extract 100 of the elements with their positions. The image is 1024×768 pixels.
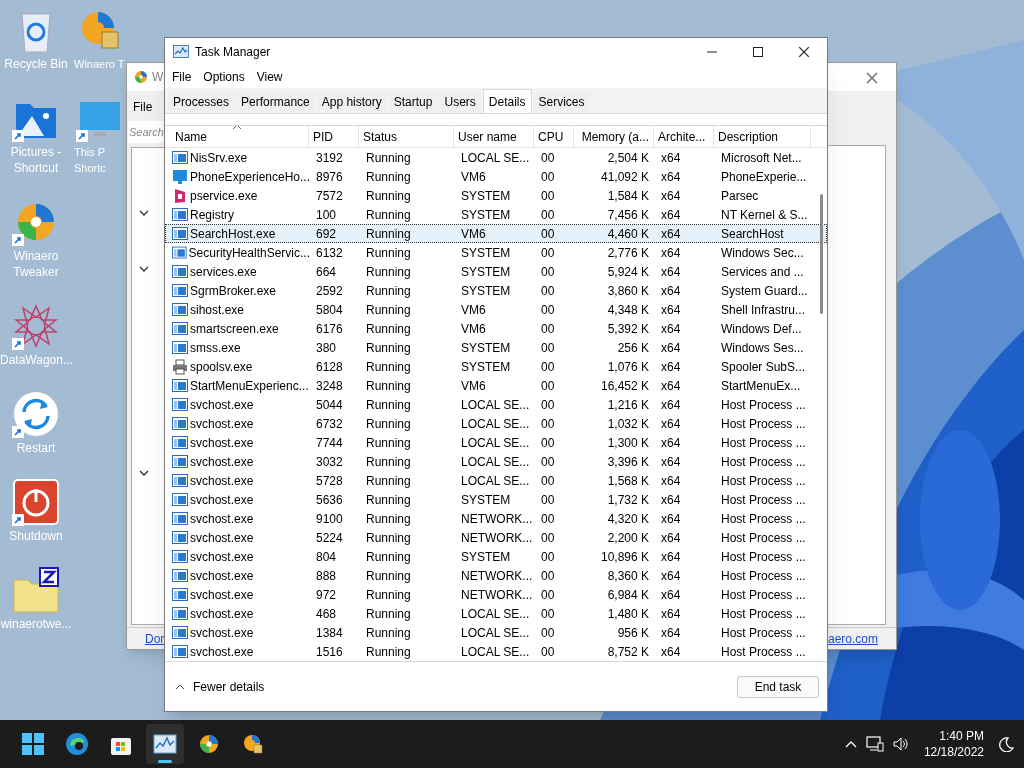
desktop-label: Restart [15,440,57,456]
window-icon [172,567,188,584]
table-row[interactable]: svchost.exe 1516 Running LOCAL SE... 00 8,752 K x64 Host Process ... [165,642,827,661]
table-cell-text: 00 [541,567,555,585]
volume-icon[interactable] [891,736,910,752]
desktop-label: Winaero T [74,57,126,72]
window-icon [172,377,188,394]
network-icon[interactable] [865,735,884,753]
table-row[interactable]: svchost.exe 5636 Running SYSTEM 00 1,732 K x64 Host Process ... [165,490,827,509]
table-cell-text: Host Process ... [721,586,806,604]
moon-icon[interactable] [998,736,1014,752]
table-cell-text: 1,732 K [607,491,649,509]
scrollbar-thumb[interactable] [820,194,823,314]
table-row[interactable]: svchost.exe 1384 Running LOCAL SE... 00 956 K x64 Host Process ... [165,623,827,642]
table-row[interactable]: SgrmBroker.exe 2592 Running SYSTEM 00 3,860 K x64 System Guard... [165,281,827,300]
table-cell-text: 00 [541,491,555,509]
table-row[interactable]: svchost.exe 5224 Running NETWORK... 00 2,200 K x64 Host Process ... [165,528,827,547]
table-cell-text: Running [366,396,411,414]
table-row[interactable]: svchost.exe 5728 Running LOCAL SE... 00 1,568 K x64 Host Process ... [165,471,827,490]
menu-item[interactable]: Options [198,68,250,86]
table-row[interactable]: svchost.exe 7744 Running LOCAL SE... 00 1,300 K x64 Host Process ... [165,433,827,452]
table-row[interactable]: NisSrv.exe 3192 Running LOCAL SE... 00 2,504 K x64 Microsoft Net... [165,148,827,167]
table-cell-text: LOCAL SE... [461,396,530,414]
table-row[interactable]: smartscreen.exe 6176 Running VM6 00 5,392 K x64 Windows Def... [165,319,827,338]
table-cell-text: 1,216 K [607,396,649,414]
column-header[interactable]: Status [359,126,454,147]
chevron-down-icon[interactable] [138,208,150,218]
table-cell-text: Windows Sec... [721,244,804,262]
table-cell-text: x64 [661,301,681,319]
chevron-down-icon[interactable] [138,264,150,274]
table-cell-text: LOCAL SE... [461,472,530,490]
table-row[interactable]: smss.exe 380 Running SYSTEM 00 256 K x64 Windows Ses... [165,338,827,357]
table-cell-text: 00 [541,206,555,224]
column-header[interactable]: Memory (a... [574,126,654,147]
table-cell-text: x64 [661,396,681,414]
table-cell-text: NETWORK... [461,529,533,547]
table-cell-text: x64 [661,453,681,471]
chevron-down-icon[interactable] [138,468,150,478]
column-header[interactable]: User name [454,126,534,147]
table-cell-text: 00 [541,358,555,376]
table-row[interactable]: svchost.exe 888 Running NETWORK... 00 8,360 K x64 Host Process ... [165,566,827,585]
table-cell-text: NisSrv.exe [190,149,248,167]
table-row[interactable]: Registry 100 Running SYSTEM 00 7,456 K x64 NT Kernel & S... [165,205,827,224]
table-row[interactable]: PhoneExperienceHo... 8976 Running VM6 00 41,092 K x64 PhoneExperie... [165,167,827,186]
table-cell-text: pservice.exe [190,187,258,205]
table-cell-text: 00 [541,187,555,205]
column-header[interactable]: Archite... [654,126,714,147]
star-pattern-icon [12,302,60,350]
menu-item[interactable]: File [167,68,197,86]
table-row[interactable]: svchost.exe 468 Running LOCAL SE... 00 1,480 K x64 Host Process ... [165,604,827,623]
table-cell-text: 6176 [316,320,343,338]
table-row[interactable]: svchost.exe 972 Running NETWORK... 00 6,984 K x64 Host Process ... [165,585,827,604]
table-cell-text: x64 [661,263,681,281]
table-row[interactable]: pservice.exe 7572 Running SYSTEM 00 1,584 K x64 Parsec [165,186,827,205]
table-cell-text: 5224 [316,529,343,547]
table-row[interactable]: services.exe 664 Running SYSTEM 00 5,924 K x64 Services and ... [165,262,827,281]
link[interactable]: Dor [145,629,165,648]
table-row[interactable]: svchost.exe 6732 Running LOCAL SE... 00 1,032 K x64 Host Process ... [165,414,827,433]
window-title: Task Manager [195,44,272,61]
column-header[interactable]: Name [165,126,309,147]
search-field[interactable]: Search [128,121,165,143]
table-cell-text: svchost.exe [190,396,254,414]
menu-item[interactable]: File [133,98,153,116]
column-header[interactable]: CPU [534,126,574,147]
table-row[interactable]: sihost.exe 5804 Running VM6 00 4,348 K x64 Shell Infrastru... [165,300,827,319]
taskbar-app[interactable] [146,724,184,764]
clock[interactable]: 1:40 PM 12/18/2022 [923,728,984,760]
table-cell-text: 7572 [316,187,343,205]
tab[interactable]: Details [482,89,532,113]
menu-item[interactable]: View [251,68,288,86]
table-cell-text: Running [366,548,411,566]
link[interactable]: aero.com [827,629,878,648]
table-row[interactable]: svchost.exe 5044 Running LOCAL SE... 00 1,216 K x64 Host Process ... [165,395,827,414]
column-header[interactable]: Description [714,126,811,147]
table-row[interactable]: svchost.exe 804 Running SYSTEM 00 10,896 K x64 Host Process ... [165,547,827,566]
end-task-button[interactable]: End task [737,675,819,698]
desktop-label: Shutdown [8,528,64,544]
table-cell-text: 00 [541,149,555,167]
table-cell-text: x64 [661,358,681,376]
close-icon[interactable] [864,70,880,86]
desktop-label: This P Shortc [74,145,107,176]
table-row[interactable]: SecurityHealthServic... 6132 Running SYSTEM 00 2,776 K x64 Windows Sec... [165,243,827,262]
table-row[interactable]: SearchHost.exe 692 Running VM6 00 4,460 K x64 SearchHost [165,224,827,243]
table-cell-text: 8,752 K [607,643,649,661]
table-cell-text: SearchHost.exe [190,225,276,243]
fewer-details-button[interactable]: Fewer details [175,677,265,696]
table-row[interactable]: svchost.exe 3032 Running LOCAL SE... 00 3,396 K x64 Host Process ... [165,452,827,471]
table-cell-text: 1,568 K [607,472,649,490]
column-header[interactable]: PID [309,126,359,147]
table-cell-text: x64 [661,377,681,395]
table-row[interactable]: svchost.exe 9100 Running NETWORK... 00 4,320 K x64 Host Process ... [165,509,827,528]
table-row[interactable]: StartMenuExperienc... 3248 Running VM6 00 16,452 K x64 StartMenuEx... [165,376,827,395]
table-cell-text: x64 [661,529,681,547]
table-cell-text: Windows Ses... [721,339,804,357]
table-row[interactable]: spoolsv.exe 6128 Running SYSTEM 00 1,076 K x64 Spooler SubS... [165,357,827,376]
table-cell-text: 1516 [316,643,343,661]
edge-browser-icon [65,732,89,756]
table-cell-text: Host Process ... [721,396,806,414]
table-cell-text: svchost.exe [190,605,254,623]
table-cell-text: 00 [541,510,555,528]
